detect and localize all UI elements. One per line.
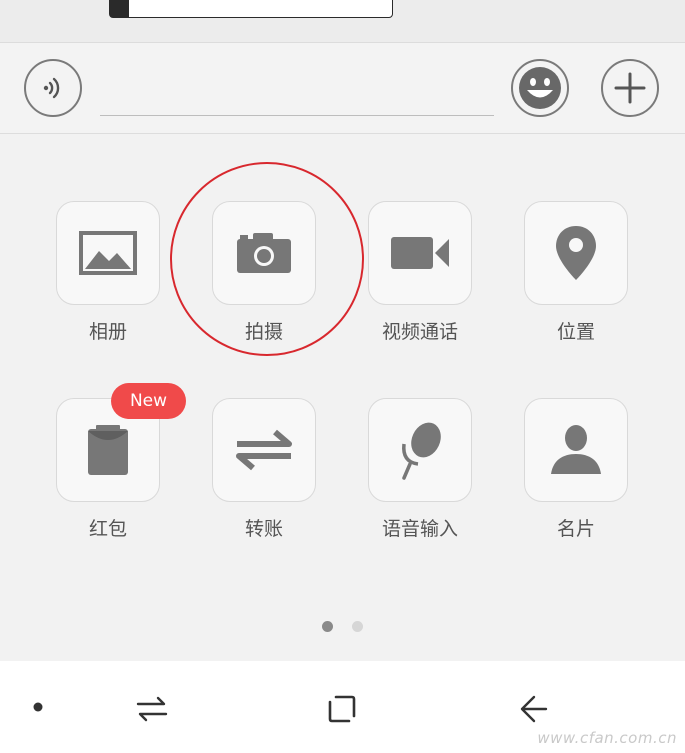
back-arrow-icon: [520, 695, 548, 723]
camera-icon: [237, 233, 291, 273]
tile-label-transfer: 转账: [244, 518, 283, 540]
pager-dot-active[interactable]: [322, 621, 333, 632]
voice-button[interactable]: [24, 59, 82, 117]
plus-icon: [614, 72, 646, 104]
tile-label-business-card: 名片: [556, 518, 595, 540]
chat-input-bar: [0, 43, 685, 134]
watermark: www.cfan.com.cn: [537, 729, 677, 747]
tile-capture[interactable]: [212, 201, 316, 305]
person-icon: [551, 425, 601, 474]
nav-dot-button[interactable]: [22, 691, 54, 723]
dot-icon: [33, 702, 43, 712]
microphone-icon: [402, 422, 441, 480]
tile-label-album: 相册: [88, 321, 127, 343]
tile-transfer[interactable]: [212, 398, 316, 502]
more-button[interactable]: [601, 59, 659, 117]
transfer-arrows-icon: [236, 429, 292, 471]
switch-arrows-icon: [136, 696, 168, 722]
home-button[interactable]: [322, 689, 362, 729]
tile-location[interactable]: [524, 201, 628, 305]
emoji-button[interactable]: [511, 59, 569, 117]
voice-wave-icon: [43, 77, 60, 99]
system-nav-bar: www.cfan.com.cn: [0, 661, 685, 753]
top-message-card[interactable]: [109, 0, 393, 18]
new-badge: New: [111, 383, 186, 419]
tile-album[interactable]: [56, 201, 160, 305]
location-pin-icon: [556, 226, 596, 280]
tile-label-capture: 拍摄: [244, 321, 283, 343]
image-icon: [79, 231, 137, 275]
tile-voice-input[interactable]: [368, 398, 472, 502]
tile-label-video-call: 视频通话: [381, 321, 458, 343]
smiley-icon: [519, 67, 561, 109]
recent-apps-button[interactable]: [132, 689, 172, 729]
back-button[interactable]: [512, 689, 552, 729]
red-envelope-icon: [88, 425, 128, 475]
tile-business-card[interactable]: [524, 398, 628, 502]
feature-panel: 相册 拍摄 视频通话 位置 红包 转账 语音输入 名片 New: [0, 134, 685, 661]
tile-label-red-envelope: 红包: [88, 518, 127, 540]
top-strip: [0, 0, 685, 43]
home-square-icon: [328, 695, 356, 723]
video-camera-icon: [391, 237, 449, 269]
tile-label-voice-input: 语音输入: [381, 518, 458, 540]
tile-video-call[interactable]: [368, 201, 472, 305]
tile-label-location: 位置: [556, 321, 595, 343]
message-input[interactable]: [100, 115, 494, 116]
pager-dot[interactable]: [352, 621, 363, 632]
